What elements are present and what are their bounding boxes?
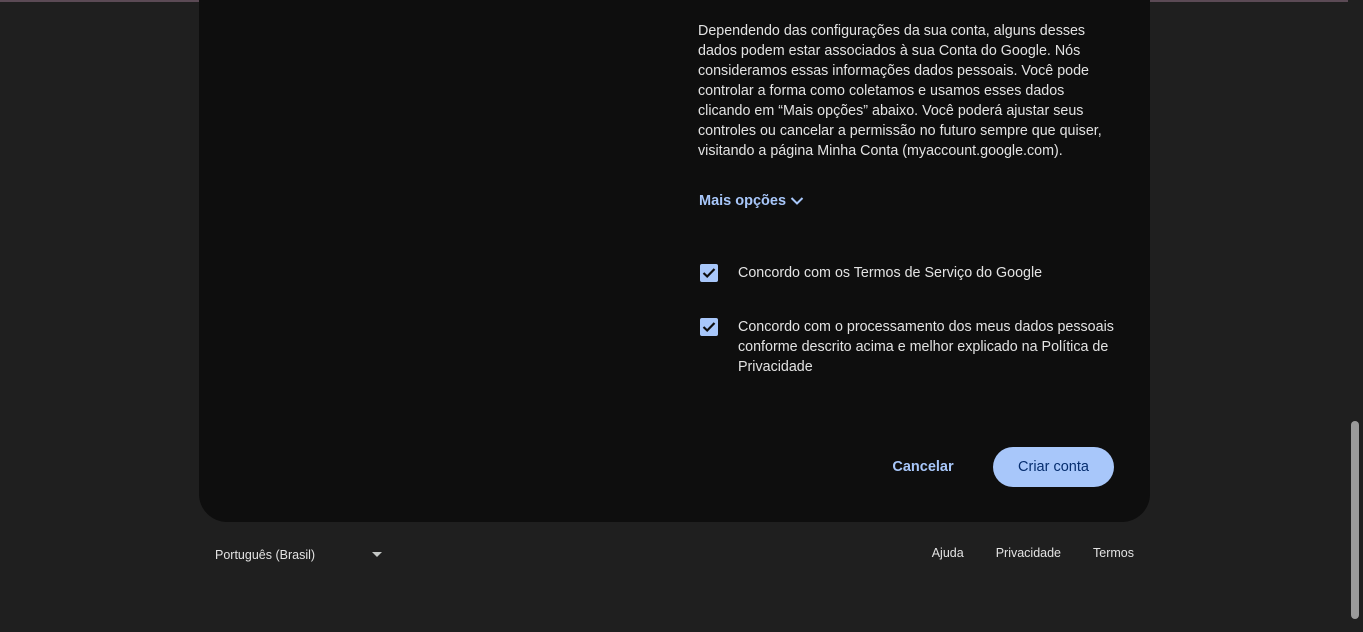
terms-link[interactable]: Termos (1093, 546, 1134, 560)
chevron-down-icon (790, 197, 804, 205)
language-select-value: Português (Brasil) (215, 548, 316, 562)
privacy-notice-text: Dependendo das configurações da sua cont… (698, 23, 1102, 159)
terms-checkbox[interactable] (700, 264, 718, 282)
privacy-link[interactable]: Privacidade (996, 546, 1061, 560)
vertical-scrollbar[interactable] (1348, 0, 1363, 632)
terms-agreement-label: Concordo com os Termos de Serviço do Goo… (738, 265, 1043, 281)
dropdown-arrow-icon (372, 552, 382, 557)
help-link[interactable]: Ajuda (932, 546, 964, 560)
more-options-label: Mais opções (699, 193, 787, 209)
checkmark-icon (702, 322, 716, 333)
more-options-button[interactable]: Mais opções (699, 193, 804, 209)
privacy-agreement-label: Concordo com o processamento dos meus da… (738, 319, 1114, 375)
language-select[interactable]: Português (Brasil) (215, 546, 385, 564)
cancel-button[interactable]: Cancelar (875, 447, 971, 487)
privacy-checkbox[interactable] (700, 318, 718, 336)
checkmark-icon (702, 268, 716, 279)
create-account-button[interactable]: Criar conta (993, 447, 1114, 487)
privacy-agreement-row[interactable]: Concordo com o processamento dos meus da… (700, 317, 1118, 377)
scrollbar-thumb[interactable] (1351, 421, 1359, 619)
footer-links: Ajuda Privacidade Termos (932, 546, 1134, 560)
terms-agreement-row[interactable]: Concordo com os Termos de Serviço do Goo… (700, 263, 1118, 283)
